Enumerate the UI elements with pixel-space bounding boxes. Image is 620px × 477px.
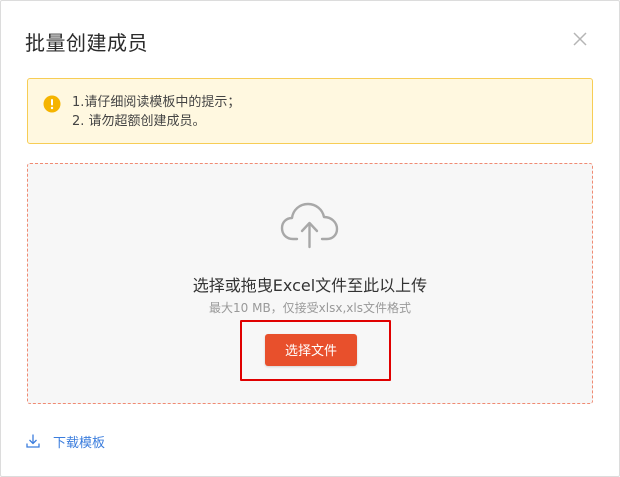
download-template-label: 下载模板 [53,435,106,451]
download-template-link[interactable]: 下载模板 [25,431,105,451]
warning-icon [43,95,61,113]
file-drop-zone[interactable]: 选择或拖曳Excel文件至此以上传 最大10 MB，仅接受xlsx,xls文件格… [27,163,593,404]
download-icon [25,433,41,449]
upload-hint: 最大10 MB，仅接受xlsx,xls文件格式 [209,301,411,315]
choose-file-button[interactable]: 选择文件 [265,334,357,366]
alert-text: 1.请仔细阅读模板中的提示； 2. 请勿超额创建成员。 [72,93,240,131]
alert-line: 2. 请勿超额创建成员。 [72,114,206,129]
notice-alert: 1.请仔细阅读模板中的提示； 2. 请勿超额创建成员。 [27,78,593,144]
alert-line: 1.请仔细阅读模板中的提示； [72,95,241,110]
batch-create-members-dialog: 批量创建成员 1.请仔细阅读模板中的提示； 2. 请勿超额创建成员。 选择或拖曳… [0,0,620,477]
close-icon[interactable] [569,28,591,50]
dialog-title: 批量创建成员 [25,31,148,55]
upload-title: 选择或拖曳Excel文件至此以上传 [192,276,428,295]
cloud-upload-icon [279,201,341,249]
